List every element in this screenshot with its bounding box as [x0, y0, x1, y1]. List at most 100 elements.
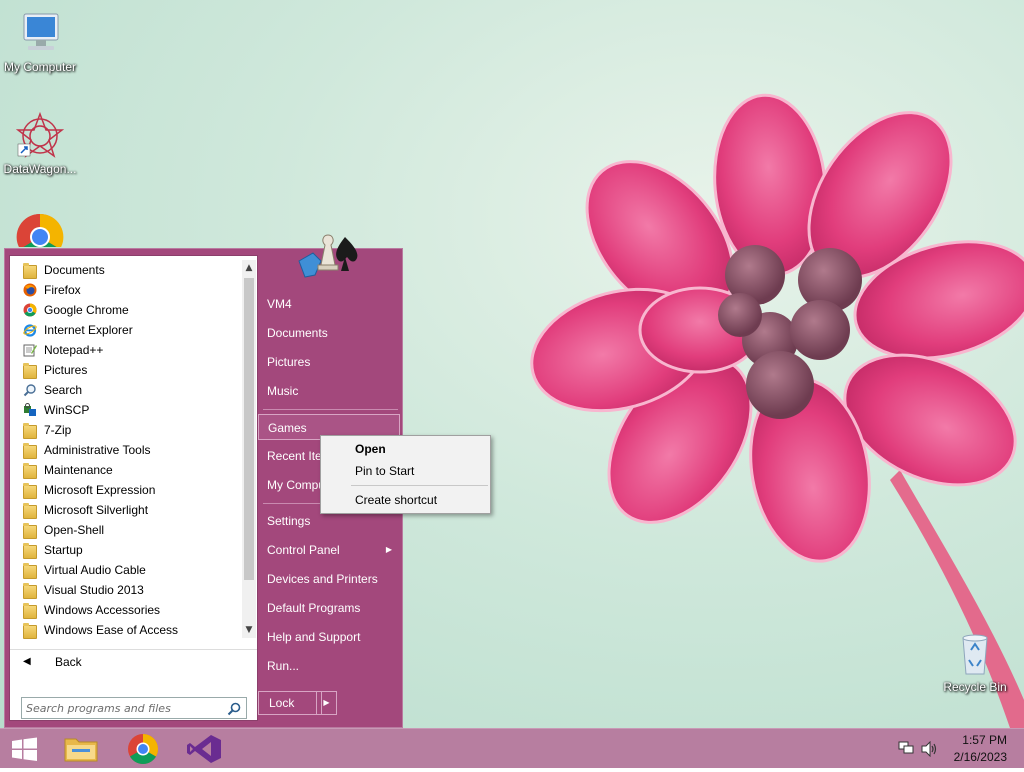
windows-logo-icon — [12, 737, 37, 761]
taskbar-chrome[interactable] — [115, 729, 171, 769]
back-arrow-icon: ◀ — [23, 656, 31, 667]
right-item-label: VM4 — [267, 297, 292, 311]
computer-icon — [16, 10, 64, 58]
chrome-icon — [128, 734, 159, 765]
right-item-label: Settings — [267, 514, 311, 528]
right-item-vm4[interactable]: VM4 — [258, 291, 400, 317]
lock-button[interactable]: Lock — [258, 691, 322, 715]
desktop-icon-datawagon[interactable]: DataWagon... — [0, 111, 80, 176]
clock-date[interactable]: 2/16/2023 — [927, 750, 1007, 764]
program-item-firefox[interactable]: Firefox — [10, 280, 242, 300]
program-item-microsoft-expression[interactable]: Microsoft Expression — [10, 480, 242, 500]
network-icon[interactable] — [898, 741, 914, 755]
program-item-internet-explorer[interactable]: Internet Explorer — [10, 320, 242, 340]
program-label: Virtual Audio Cable — [44, 563, 146, 577]
desktop-icon-label: My Computer — [3, 60, 77, 74]
programs-list: Documents Firefox Google Chrome Internet… — [10, 260, 242, 640]
program-item-winscp[interactable]: WinSCP — [10, 400, 242, 420]
program-label: Microsoft Expression — [44, 483, 156, 497]
right-item-documents[interactable]: Documents — [258, 320, 400, 346]
menu-separator — [263, 409, 398, 410]
program-item-pictures[interactable]: Pictures — [10, 360, 242, 380]
program-item-open-shell[interactable]: Open-Shell — [10, 520, 242, 540]
submenu-arrow-icon: ▶ — [385, 545, 392, 554]
program-label: Visual Studio 2013 — [44, 583, 144, 597]
search-icon — [23, 384, 36, 397]
user-picture-icon[interactable] — [295, 231, 361, 291]
context-menu-create-shortcut[interactable]: Create shortcut — [322, 489, 489, 511]
program-item-maintenance[interactable]: Maintenance — [10, 460, 242, 480]
back-label: Back — [55, 655, 82, 669]
right-item-label: Help and Support — [267, 630, 361, 644]
clock-time[interactable]: 1:57 PM — [927, 733, 1007, 747]
program-label: Firefox — [44, 283, 81, 297]
taskbar-file-explorer[interactable] — [54, 729, 110, 769]
chrome-icon — [16, 213, 64, 247]
search-icon[interactable] — [226, 701, 242, 717]
ie-icon — [23, 324, 37, 337]
program-label: WinSCP — [44, 403, 90, 417]
folder-icon — [23, 503, 37, 519]
folder-icon — [23, 263, 37, 279]
folder-icon — [23, 523, 37, 539]
program-item-microsoft-silverlight[interactable]: Microsoft Silverlight — [10, 500, 242, 520]
context-menu-pin-to-start[interactable]: Pin to Start — [322, 460, 489, 482]
right-item-music[interactable]: Music — [258, 378, 400, 404]
program-item-windows-accessories[interactable]: Windows Accessories — [10, 600, 242, 620]
right-item-run[interactable]: Run... — [258, 653, 400, 679]
program-item-google-chrome[interactable]: Google Chrome — [10, 300, 242, 320]
folder-icon — [23, 543, 37, 559]
lock-options-arrow-icon[interactable]: ▶ — [316, 691, 337, 715]
program-item-notepadpp[interactable]: Notepad++ — [10, 340, 242, 360]
program-item-7zip[interactable]: 7-Zip — [10, 420, 242, 440]
right-item-label: Control Panel — [267, 543, 340, 557]
program-label: Notepad++ — [44, 343, 104, 357]
program-label: Administrative Tools — [44, 443, 151, 457]
scroll-down-arrow-icon[interactable]: ▼ — [242, 622, 256, 638]
desktop-icon-chrome[interactable] — [0, 213, 80, 247]
programs-scrollbar[interactable]: ▲ ▼ — [242, 260, 256, 638]
search-input[interactable] — [26, 700, 222, 716]
right-item-label: Devices and Printers — [267, 572, 378, 586]
program-item-virtual-audio-cable[interactable]: Virtual Audio Cable — [10, 560, 242, 580]
program-label: Maintenance — [44, 463, 113, 477]
desktop-icon-my-computer[interactable]: My Computer — [0, 10, 80, 74]
folder-icon — [23, 443, 37, 459]
folder-icon — [23, 483, 37, 499]
taskbar: 1:57 PM 2/16/2023 — [0, 728, 1024, 768]
program-item-windows-ease-of-access[interactable]: Windows Ease of Access — [10, 620, 242, 640]
back-button[interactable]: ◀ Back — [10, 649, 257, 674]
right-item-help-support[interactable]: Help and Support — [258, 624, 400, 650]
folder-icon — [23, 463, 37, 479]
right-item-control-panel[interactable]: Control Panel ▶ — [258, 537, 400, 563]
right-item-default-programs[interactable]: Default Programs — [258, 595, 400, 621]
program-item-startup[interactable]: Startup — [10, 540, 242, 560]
right-item-label: Default Programs — [267, 601, 361, 615]
folder-icon — [23, 563, 37, 579]
right-item-pictures[interactable]: Pictures — [258, 349, 400, 375]
program-label: Microsoft Silverlight — [44, 503, 149, 517]
program-label: Startup — [44, 543, 83, 557]
folder-icon — [23, 363, 37, 379]
datawagon-icon — [15, 111, 65, 160]
notepadpp-icon — [23, 344, 37, 357]
file-explorer-icon — [64, 738, 98, 762]
recycle-bin-icon — [951, 630, 999, 678]
program-item-documents[interactable]: Documents — [10, 260, 242, 280]
program-item-administrative-tools[interactable]: Administrative Tools — [10, 440, 242, 460]
taskbar-visual-studio[interactable] — [177, 729, 233, 769]
scrollbar-thumb[interactable] — [244, 278, 254, 580]
desktop-icon-recycle-bin[interactable]: Recycle Bin — [935, 630, 1015, 694]
program-label: Internet Explorer — [44, 323, 133, 337]
firefox-icon — [23, 283, 37, 297]
right-item-devices-printers[interactable]: Devices and Printers — [258, 566, 400, 592]
context-menu-open[interactable]: Open — [322, 438, 489, 460]
program-item-search[interactable]: Search — [10, 380, 242, 400]
start-button[interactable] — [0, 729, 48, 769]
scroll-up-arrow-icon[interactable]: ▲ — [242, 260, 256, 276]
visual-studio-icon — [187, 735, 221, 763]
program-label: Windows Ease of Access — [44, 623, 179, 637]
program-item-visual-studio-2013[interactable]: Visual Studio 2013 — [10, 580, 242, 600]
desktop-icon-label: DataWagon... — [3, 162, 77, 176]
program-label: 7-Zip — [44, 423, 72, 437]
